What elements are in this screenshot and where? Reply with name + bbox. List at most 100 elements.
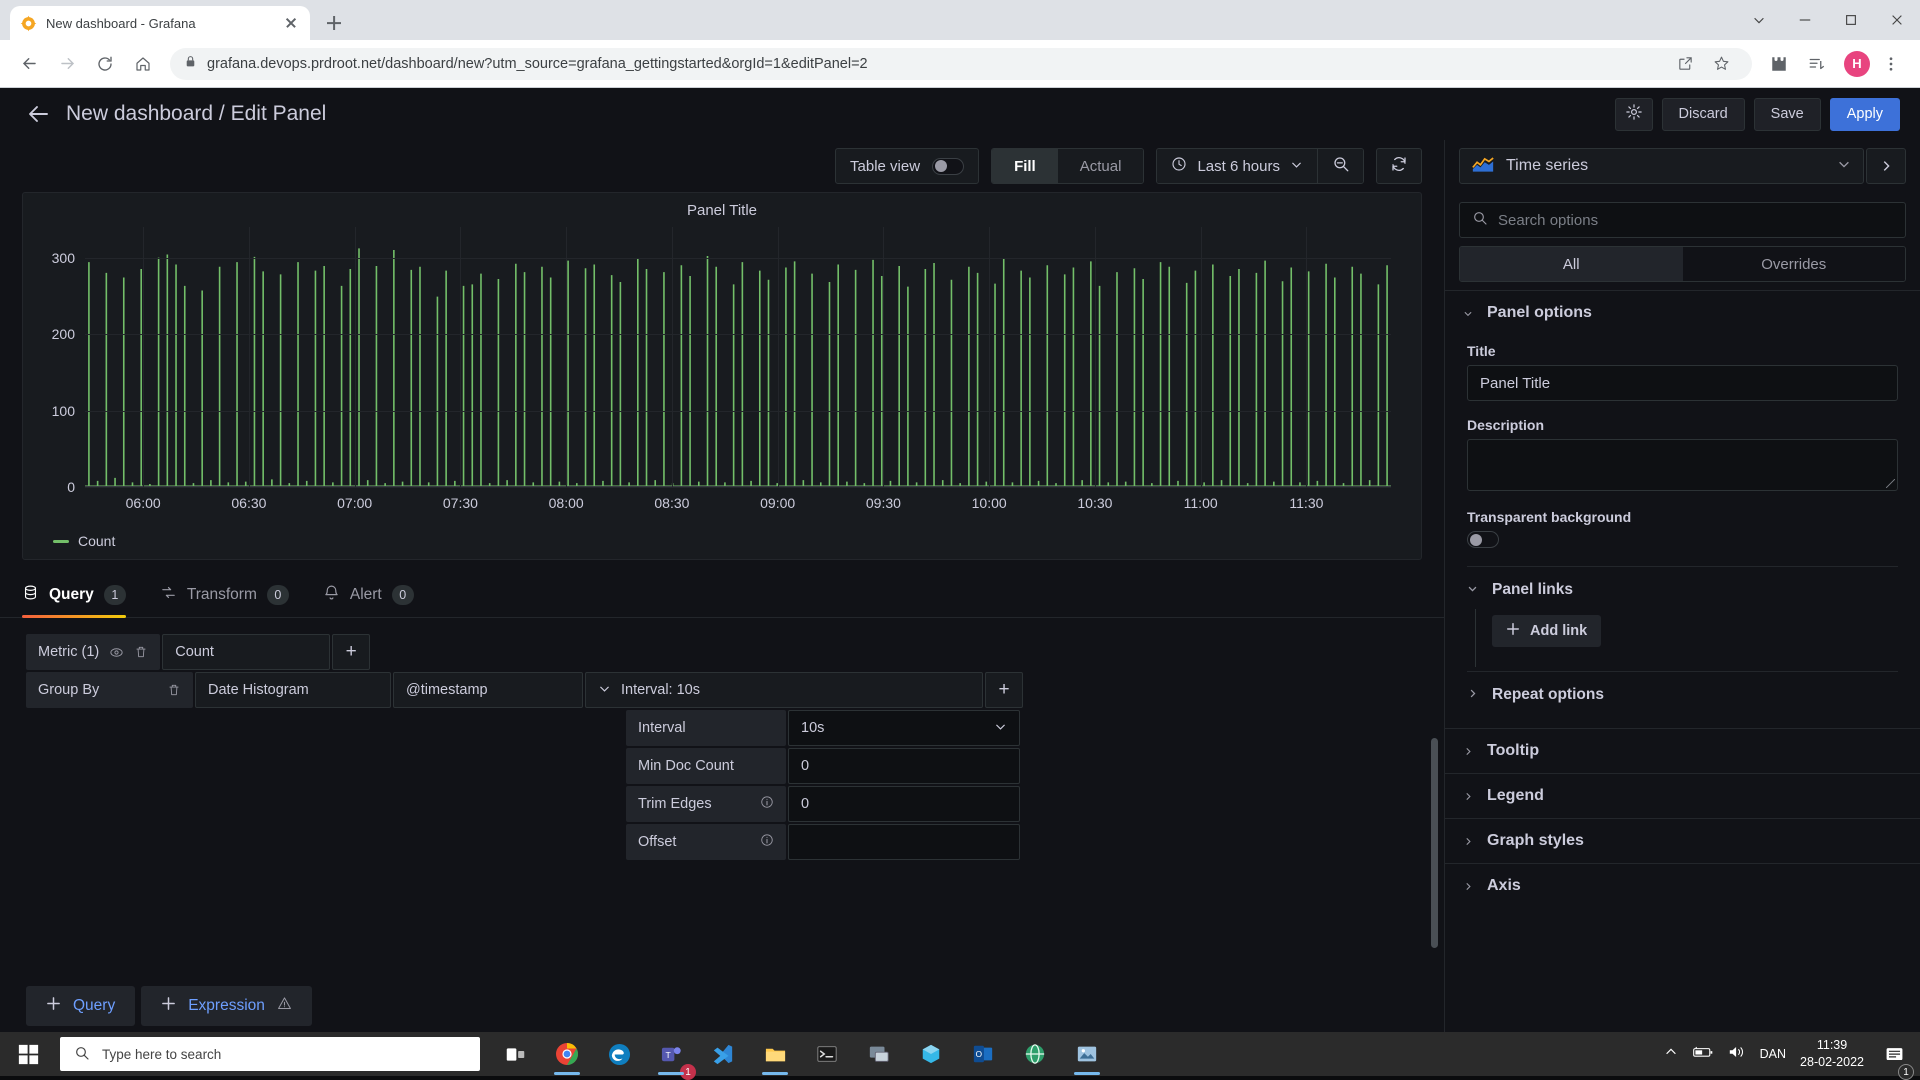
refresh-button[interactable] — [1376, 148, 1422, 184]
reload-icon[interactable] — [88, 47, 122, 81]
tooltip-header[interactable]: Tooltip — [1445, 729, 1920, 773]
share-icon[interactable] — [1668, 47, 1702, 81]
tab-overrides[interactable]: Overrides — [1682, 247, 1905, 281]
legend-label-count[interactable]: Count — [78, 533, 115, 549]
back-to-dashboard-icon[interactable] — [26, 101, 52, 127]
axis-header[interactable]: Axis — [1445, 864, 1920, 908]
browser-tab[interactable]: New dashboard - Grafana — [10, 6, 310, 40]
chrome-icon[interactable] — [546, 1032, 588, 1076]
remote-desktop-icon[interactable] — [858, 1032, 900, 1076]
edge-icon[interactable] — [598, 1032, 640, 1076]
close-icon[interactable] — [282, 14, 300, 32]
trim-edges-input[interactable]: 0 — [788, 786, 1020, 822]
info-icon[interactable] — [760, 795, 774, 813]
vscode-icon[interactable] — [702, 1032, 744, 1076]
collapse-options-pane-button[interactable] — [1866, 148, 1906, 184]
legend-header[interactable]: Legend — [1445, 774, 1920, 818]
tab-all[interactable]: All — [1460, 247, 1683, 281]
table-view-toggle-group[interactable]: Table view — [835, 148, 980, 184]
tab-transform[interactable]: Transform 0 — [160, 584, 289, 617]
query-editor-scrollbar[interactable] — [1431, 738, 1438, 948]
search-options-box[interactable] — [1459, 202, 1906, 238]
panel-title-input[interactable] — [1467, 365, 1898, 401]
chrome-menu-icon[interactable] — [1874, 47, 1908, 81]
panel-description-textarea[interactable] — [1467, 439, 1898, 491]
battery-icon[interactable] — [1692, 1044, 1714, 1065]
window-close-icon[interactable] — [1874, 0, 1920, 40]
add-expression-button[interactable]: Expression — [141, 986, 312, 1026]
terminal-icon[interactable] — [806, 1032, 848, 1076]
trash-icon[interactable] — [167, 683, 181, 697]
chevron-right-icon — [1463, 746, 1473, 757]
groupby-type[interactable]: Date Histogram — [195, 672, 391, 708]
tab-alert-badge: 0 — [391, 585, 414, 605]
add-metric-button[interactable]: + — [332, 634, 371, 670]
teams-badge: 1 — [680, 1064, 696, 1080]
start-button[interactable] — [0, 1032, 56, 1076]
trash-icon[interactable] — [134, 645, 148, 659]
time-range-picker[interactable]: Last 6 hours — [1157, 149, 1317, 183]
metric-label[interactable]: Metric (1) — [26, 634, 161, 670]
add-groupby-button[interactable]: + — [985, 672, 1023, 708]
image-viewer-icon[interactable] — [1066, 1032, 1108, 1076]
photoshop-icon[interactable] — [910, 1032, 952, 1076]
file-explorer-icon[interactable] — [754, 1032, 796, 1076]
add-query-button[interactable]: Query — [26, 986, 136, 1026]
chrome-menu-chevron-icon[interactable] — [1736, 0, 1782, 40]
extensions-icon[interactable] — [1762, 47, 1796, 81]
teams-icon[interactable]: T 1 — [650, 1032, 696, 1080]
eye-icon[interactable] — [109, 645, 124, 660]
metric-value[interactable]: Count — [162, 634, 331, 670]
maximize-icon[interactable] — [1828, 0, 1874, 40]
bookmark-star-icon[interactable] — [1704, 47, 1738, 81]
taskbar-search[interactable]: Type here to search — [60, 1037, 480, 1071]
zoom-out-icon — [1332, 155, 1350, 178]
address-bar[interactable]: grafana.devops.prdroot.net/dashboard/new… — [170, 47, 1752, 81]
tab-query[interactable]: Query 1 — [22, 584, 126, 618]
interval-select[interactable]: 10s — [788, 710, 1020, 746]
task-view-icon[interactable] — [494, 1032, 536, 1076]
language-indicator[interactable]: DAN — [1760, 1047, 1786, 1061]
groupby-field[interactable]: @timestamp — [393, 672, 583, 708]
back-icon[interactable] — [12, 47, 46, 81]
offset-input[interactable] — [788, 824, 1020, 860]
outlook-icon[interactable]: O — [962, 1032, 1004, 1076]
min-doc-count-input[interactable]: 0 — [788, 748, 1020, 784]
fill-button[interactable]: Fill — [992, 149, 1058, 183]
gridline-vertical — [354, 227, 356, 487]
search-options-input[interactable] — [1498, 211, 1893, 229]
add-link-button[interactable]: Add link — [1492, 615, 1602, 647]
reading-list-icon[interactable] — [1800, 47, 1834, 81]
avatar[interactable]: H — [1844, 50, 1870, 77]
tab-alert[interactable]: Alert 0 — [323, 584, 414, 617]
info-icon[interactable] — [760, 833, 774, 851]
actual-button[interactable]: Actual — [1057, 149, 1144, 183]
chart[interactable]: 0 100 200 300 06:00 06:30 07:00 07:30 08:00 08:3… — [23, 223, 1421, 527]
groupby-interval-expander[interactable]: Interval: 10s — [585, 672, 983, 708]
browser-icon[interactable] — [1014, 1032, 1056, 1076]
clock[interactable]: 11:39 28-02-2022 — [1800, 1037, 1864, 1071]
discard-button[interactable]: Discard — [1661, 97, 1745, 131]
new-tab-button[interactable] — [320, 9, 348, 37]
zoom-out-button[interactable] — [1317, 149, 1363, 183]
apply-button[interactable]: Apply — [1829, 97, 1900, 131]
trim-edges-value: 0 — [801, 796, 810, 812]
minimize-icon[interactable] — [1782, 0, 1828, 40]
table-view-switch[interactable] — [932, 157, 965, 175]
save-button[interactable]: Save — [1753, 97, 1821, 131]
section-graph-styles: Graph styles — [1445, 818, 1920, 863]
transparent-background-switch[interactable] — [1467, 531, 1499, 548]
panel-links-header[interactable]: Panel links — [1467, 571, 1898, 609]
action-center-icon[interactable]: 1 — [1878, 1032, 1914, 1080]
groupby-label[interactable]: Group By — [26, 672, 193, 708]
volume-icon[interactable] — [1728, 1044, 1746, 1065]
home-icon[interactable] — [126, 47, 160, 81]
show-hidden-icons-chevron-icon[interactable] — [1664, 1045, 1678, 1064]
gridline-vertical — [671, 227, 673, 487]
forward-icon[interactable] — [50, 47, 84, 81]
panel-options-header[interactable]: Panel options — [1445, 291, 1920, 335]
graph-styles-header[interactable]: Graph styles — [1445, 819, 1920, 863]
dashboard-settings-button[interactable] — [1614, 97, 1653, 131]
visualization-picker[interactable]: Time series — [1459, 148, 1864, 184]
repeat-options-header[interactable]: Repeat options — [1467, 676, 1898, 714]
